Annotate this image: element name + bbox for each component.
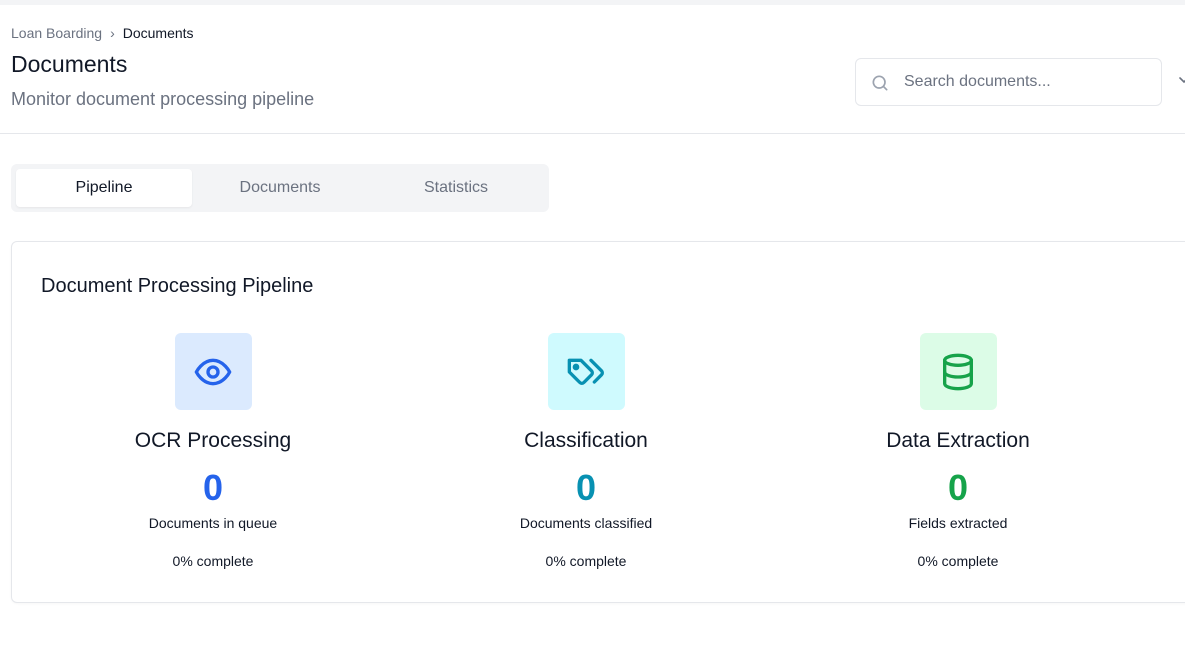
stage-count: 0 [202, 467, 224, 508]
search-icon [872, 75, 888, 91]
pipeline-title: Document Processing Pipeline [41, 275, 314, 297]
tags-icon [567, 358, 604, 385]
stage-title: Data Extraction [886, 429, 1030, 452]
stage-data-extraction: Data Extraction 0 Fields extracted 0% co… [808, 333, 1108, 570]
stage-title: Classification [524, 429, 648, 452]
stage-complete: 0% complete [172, 553, 254, 569]
tab-pipeline[interactable]: Pipeline [16, 169, 192, 207]
breadcrumb-link-loan-boarding[interactable]: Loan Boarding [11, 25, 102, 41]
search-box[interactable] [855, 58, 1162, 106]
search-input[interactable] [904, 59, 1154, 105]
breadcrumb-separator: › [110, 25, 115, 41]
stage-icon-box [547, 333, 625, 410]
page-title: Documents [11, 51, 128, 77]
stage-label: Fields extracted [908, 515, 1008, 531]
stage-complete: 0% complete [545, 553, 627, 569]
stage-icon-box [174, 333, 252, 410]
tab-documents[interactable]: Documents [192, 169, 368, 207]
tab-statistics[interactable]: Statistics [368, 169, 544, 207]
chevron-down-icon[interactable] [1179, 75, 1185, 85]
stage-title: OCR Processing [134, 429, 292, 452]
stage-count: 0 [947, 467, 969, 508]
stage-classification: Classification 0 Documents classified 0%… [436, 333, 736, 570]
stage-icon-box [919, 333, 997, 410]
database-icon [943, 353, 973, 390]
stage-label: Documents classified [519, 515, 653, 531]
page-header: Loan Boarding › Documents Documents Moni… [0, 5, 1185, 134]
tab-list: Pipeline Documents Statistics [11, 164, 549, 212]
page-subtitle: Monitor document processing pipeline [11, 89, 315, 109]
stage-label: Documents in queue [148, 515, 278, 531]
breadcrumb: Loan Boarding › Documents [11, 25, 194, 41]
stage-ocr-processing: OCR Processing 0 Documents in queue 0% c… [63, 333, 363, 570]
pipeline-card: Document Processing Pipeline OCR Process… [11, 241, 1185, 603]
eye-icon [194, 358, 232, 385]
stage-count: 0 [575, 467, 597, 508]
stage-complete: 0% complete [917, 553, 999, 569]
breadcrumb-current: Documents [122, 25, 194, 41]
